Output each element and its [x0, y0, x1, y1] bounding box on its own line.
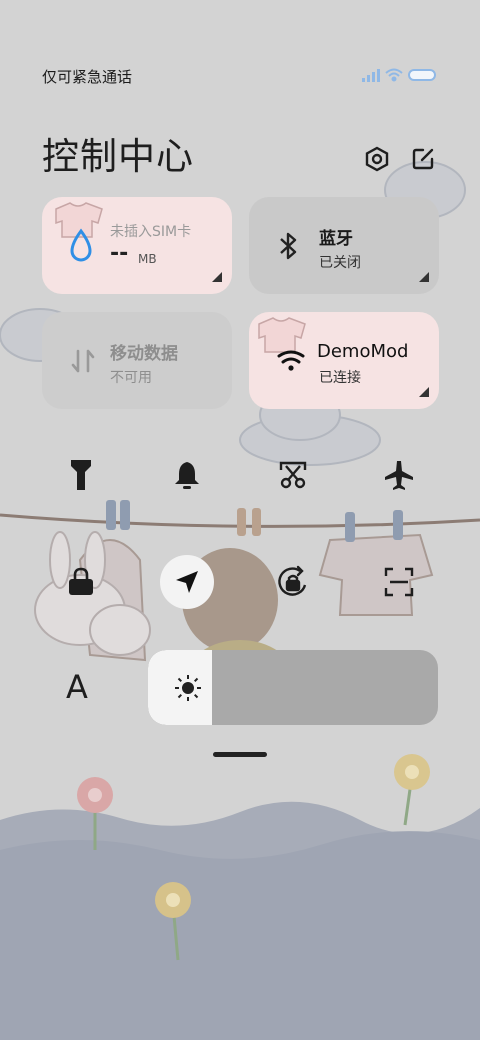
signal-icon	[362, 69, 380, 82]
rotation-lock-toggle[interactable]	[263, 552, 323, 612]
page-title: 控制中心	[42, 135, 194, 178]
wifi-tile[interactable]: DemoMod 已连接	[249, 312, 439, 409]
data-usage-title: 未插入SIM卡	[110, 224, 192, 240]
sun-icon	[175, 675, 201, 701]
wifi-network-name: DemoMod	[317, 341, 409, 362]
location-icon	[176, 571, 198, 593]
lock-icon	[69, 567, 93, 595]
screenshot-toggle[interactable]	[263, 445, 323, 505]
tshirt-drop-icon	[55, 202, 103, 262]
status-icons	[362, 66, 440, 84]
location-toggle[interactable]	[157, 552, 217, 612]
scanner-toggle[interactable]	[369, 552, 429, 612]
status-carrier-text: 仅可紧急通话	[42, 68, 133, 86]
font-size-button[interactable]: A	[66, 668, 88, 706]
tshirt-wifi-icon	[258, 317, 306, 371]
expand-corner-icon	[419, 387, 429, 397]
flashlight-icon	[71, 460, 91, 490]
flashlight-toggle[interactable]	[51, 445, 111, 505]
mute-toggle[interactable]	[157, 445, 217, 505]
edit-button[interactable]	[406, 142, 440, 176]
screenshot-icon	[279, 461, 307, 489]
brightness-slider[interactable]	[148, 650, 438, 725]
edit-icon	[412, 148, 434, 170]
battery-icon	[408, 69, 436, 81]
data-usage-tile[interactable]: 未插入SIM卡 -- MB	[42, 197, 232, 294]
mobile-data-status: 不可用	[110, 370, 152, 386]
mobile-data-title: 移动数据	[110, 344, 178, 364]
bluetooth-title: 蓝牙	[319, 229, 353, 249]
wifi-status: 已连接	[319, 370, 361, 386]
data-usage-unit: MB	[138, 252, 157, 266]
mobile-data-icon	[71, 349, 95, 373]
bluetooth-status: 已关闭	[319, 255, 361, 271]
expand-corner-icon	[419, 272, 429, 282]
settings-button[interactable]	[360, 142, 394, 176]
location-active-bg	[160, 555, 214, 609]
scan-icon	[384, 567, 414, 597]
data-usage-value: --	[110, 241, 129, 266]
wifi-status-icon	[385, 68, 403, 82]
airplane-icon	[385, 461, 413, 490]
settings-hex-icon	[365, 146, 389, 172]
mobile-data-tile[interactable]: 移动数据 不可用	[42, 312, 232, 409]
rotation-lock-icon	[278, 565, 307, 596]
lock-screen-toggle[interactable]	[51, 552, 111, 612]
bell-icon	[175, 462, 199, 489]
bluetooth-tile[interactable]: 蓝牙 已关闭	[249, 197, 439, 294]
airplane-toggle[interactable]	[369, 445, 429, 505]
expand-corner-icon	[212, 272, 222, 282]
bluetooth-icon	[280, 232, 297, 260]
drag-handle[interactable]	[213, 752, 267, 757]
